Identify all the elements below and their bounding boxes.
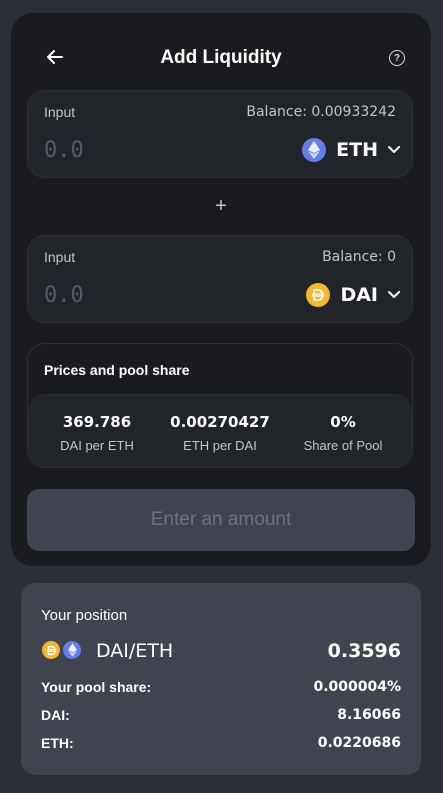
pair-row: DAI/ETH 0.3596	[41, 640, 401, 664]
input-label: Input	[44, 104, 76, 120]
dai-icon	[41, 640, 61, 660]
pair-name: DAI/ETH	[96, 640, 174, 662]
stat-label: ETH per DAI	[183, 438, 257, 453]
token-select-dai[interactable]: DAI	[306, 280, 400, 310]
balance-text: Balance: 0	[322, 249, 396, 265]
amount-input-eth[interactable]	[44, 135, 224, 165]
token-select-eth[interactable]: ETH	[302, 135, 400, 165]
position-row: DAI: 8.16066	[41, 707, 401, 727]
stat-value: 0.00270427	[170, 413, 270, 431]
stat-label: Share of Pool	[303, 438, 383, 453]
prices-panel: Prices and pool share 369.786 DAI per ET…	[27, 343, 413, 468]
token-symbol: ETH	[336, 139, 378, 161]
stat-value: 0%	[330, 413, 356, 431]
position-card: Your position DAI/ETH 0.3596 Your pool s…	[21, 583, 421, 775]
stat-value: 369.786	[62, 413, 132, 431]
position-row: ETH: 0.0220686	[41, 735, 401, 755]
header: Add Liquidity ?	[11, 13, 431, 91]
input-panel-eth: Input Balance: 0.00933242 ETH	[27, 90, 413, 178]
stat-label: DAI per ETH	[60, 438, 134, 453]
enter-amount-button[interactable]: Enter an amount	[27, 489, 415, 551]
stat-share-of-pool: 0% Share of Pool	[280, 413, 406, 453]
chevron-down-icon	[388, 291, 400, 298]
position-row-label: Your pool share:	[41, 679, 152, 695]
pair-icons	[41, 640, 83, 660]
position-row-label: DAI:	[41, 707, 70, 723]
pair-value: 0.3596	[327, 640, 401, 662]
eth-icon	[302, 138, 327, 162]
input-panel-dai: Input Balance: 0 DAI	[27, 235, 413, 323]
help-button[interactable]: ?	[389, 50, 405, 66]
page-title: Add Liquidity	[160, 47, 282, 68]
position-row-value: 0.0220686	[317, 735, 401, 751]
token-symbol: DAI	[340, 284, 378, 306]
eth-icon	[62, 640, 82, 660]
position-row: Your pool share: 0.000004%	[41, 679, 401, 699]
input-label: Input	[44, 249, 76, 265]
position-row-value: 8.16066	[337, 707, 401, 723]
chevron-down-icon	[388, 146, 400, 153]
stat-eth-per-dai: 0.00270427 ETH per DAI	[157, 413, 283, 453]
position-row-value: 0.000004%	[313, 679, 401, 695]
balance-text: Balance: 0.00933242	[246, 104, 396, 120]
add-liquidity-card: Add Liquidity ? Input Balance: 0.0093324…	[11, 13, 431, 566]
question-circle-icon: ?	[393, 52, 401, 64]
stat-dai-per-eth: 369.786 DAI per ETH	[34, 413, 160, 453]
position-title: Your position	[41, 607, 128, 624]
plus-icon: +	[215, 195, 227, 217]
prices-stats: 369.786 DAI per ETH 0.00270427 ETH per D…	[28, 394, 412, 467]
dai-icon	[306, 283, 331, 307]
prices-title: Prices and pool share	[44, 362, 190, 378]
amount-input-dai[interactable]	[44, 280, 224, 310]
position-row-label: ETH:	[41, 735, 74, 751]
